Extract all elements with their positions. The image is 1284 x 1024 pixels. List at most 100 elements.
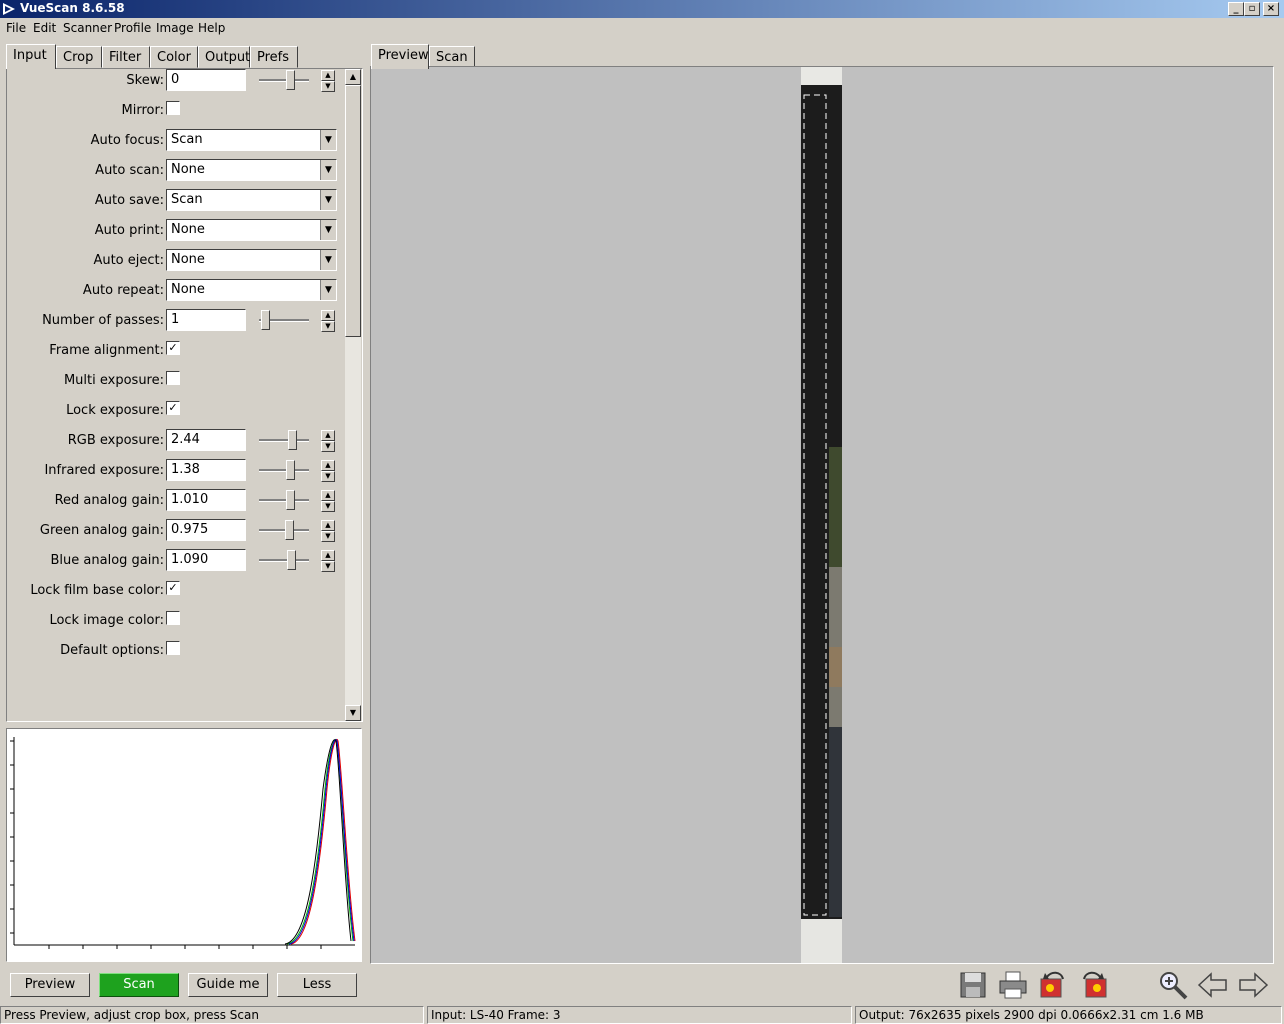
blue-analog-gain-field[interactable]: 1.090 <box>166 549 246 571</box>
zoom-in-icon[interactable] <box>1157 969 1189 1001</box>
minimize-button[interactable]: _ <box>1228 2 1244 16</box>
histogram-graph <box>10 737 356 949</box>
number-of-passes-spinner[interactable]: ▲ ▼ <box>321 310 335 332</box>
blue-analog-gain-spinner[interactable]: ▲ ▼ <box>321 550 335 572</box>
status-hint: Press Preview, adjust crop box, press Sc… <box>0 1006 424 1024</box>
blue-analog-gain-label: Blue analog gain: <box>50 553 164 568</box>
scan-button[interactable]: Scan <box>99 973 179 997</box>
green-analog-gain-spinner[interactable]: ▲ ▼ <box>321 520 335 542</box>
next-arrow-icon[interactable] <box>1237 969 1269 1001</box>
mirror-checkbox[interactable] <box>166 101 180 115</box>
auto-repeat-label: Auto repeat: <box>82 283 164 298</box>
auto-focus-select[interactable]: Scan ▼ <box>166 129 337 151</box>
frame-alignment-checkbox[interactable]: ✓ <box>166 341 180 355</box>
lock-exposure-checkbox[interactable]: ✓ <box>166 401 180 415</box>
preview-area[interactable] <box>370 66 1274 964</box>
status-output: Output: 76x2635 pixels 2900 dpi 0.0666x2… <box>855 1006 1282 1024</box>
blue-analog-gain-slider[interactable] <box>259 550 309 570</box>
rgb-exposure-spinner[interactable]: ▲ ▼ <box>321 430 335 452</box>
auto-focus-row: Auto focus: Scan ▼ <box>7 129 347 153</box>
number-of-passes-row: Number of passes: 1 ▲ ▼ <box>7 309 347 333</box>
default-options-checkbox[interactable] <box>166 641 180 655</box>
tab-crop[interactable]: Crop <box>56 46 102 68</box>
mirror-label: Mirror: <box>121 103 164 118</box>
green-analog-gain-slider[interactable] <box>259 520 309 540</box>
mirror-row: Mirror: <box>7 99 347 123</box>
tab-filter[interactable]: Filter <box>102 46 150 68</box>
number-of-passes-field[interactable]: 1 <box>166 309 246 331</box>
chevron-down-icon[interactable]: ▼ <box>320 220 336 240</box>
auto-repeat-select[interactable]: None ▼ <box>166 279 337 301</box>
save-icon[interactable] <box>957 969 989 1001</box>
tab-color[interactable]: Color <box>150 46 198 68</box>
auto-eject-row: Auto eject: None ▼ <box>7 249 347 273</box>
close-button[interactable]: × <box>1263 2 1279 16</box>
rotate-left-icon[interactable] <box>1037 969 1069 1001</box>
preview-button[interactable]: Preview <box>10 973 90 997</box>
tab-prefs[interactable]: Prefs <box>250 46 298 68</box>
frame-alignment-row: Frame alignment: ✓ <box>7 339 347 363</box>
rgb-exposure-slider[interactable] <box>259 430 309 450</box>
menu-profile[interactable]: Profile <box>114 21 151 35</box>
tab-output[interactable]: Output <box>198 46 250 68</box>
rotate-right-icon[interactable] <box>1078 969 1110 1001</box>
default-options-label: Default options: <box>60 643 164 658</box>
auto-print-select[interactable]: None ▼ <box>166 219 337 241</box>
scrollbar-thumb[interactable] <box>345 85 361 337</box>
menu-help[interactable]: Help <box>198 21 225 35</box>
lock-image-color-checkbox[interactable] <box>166 611 180 625</box>
rgb-exposure-row: RGB exposure: 2.44 ▲ ▼ <box>7 429 347 453</box>
auto-save-label: Auto save: <box>94 193 164 208</box>
status-bar: Press Preview, adjust crop box, press Sc… <box>0 1005 1284 1024</box>
tab-scan[interactable]: Scan <box>429 46 475 68</box>
infrared-exposure-spinner[interactable]: ▲ ▼ <box>321 460 335 482</box>
chevron-down-icon[interactable]: ▼ <box>320 250 336 270</box>
menu-file[interactable]: File <box>6 21 26 35</box>
rgb-exposure-field[interactable]: 2.44 <box>166 429 246 451</box>
tab-input[interactable]: Input <box>6 44 56 69</box>
chevron-down-icon[interactable]: ▼ <box>320 280 336 300</box>
lock-film-base-color-checkbox[interactable]: ✓ <box>166 581 180 595</box>
default-options-row: Default options: <box>7 639 347 663</box>
maximize-button[interactable]: ▫ <box>1244 2 1260 16</box>
red-analog-gain-slider[interactable] <box>259 490 309 510</box>
print-icon[interactable] <box>997 969 1029 1001</box>
scroll-up-icon[interactable]: ▲ <box>345 69 361 85</box>
skew-spinner[interactable]: ▲ ▼ <box>321 70 335 92</box>
chevron-down-icon[interactable]: ▼ <box>320 130 336 150</box>
skew-label: Skew: <box>126 73 164 88</box>
infrared-exposure-slider[interactable] <box>259 460 309 480</box>
red-analog-gain-row: Red analog gain: 1.010 ▲ ▼ <box>7 489 347 513</box>
auto-scan-select[interactable]: None ▼ <box>166 159 337 181</box>
options-scrollbar[interactable]: ▲ ▼ <box>345 69 361 721</box>
guide-me-button[interactable]: Guide me <box>188 973 268 997</box>
blue-analog-gain-row: Blue analog gain: 1.090 ▲ ▼ <box>7 549 347 573</box>
lock-film-base-color-label: Lock film base color: <box>30 583 164 598</box>
menu-image[interactable]: Image <box>156 21 194 35</box>
red-analog-gain-spinner[interactable]: ▲ ▼ <box>321 490 335 512</box>
green-analog-gain-label: Green analog gain: <box>39 523 164 538</box>
chevron-down-icon[interactable]: ▼ <box>320 190 336 210</box>
green-analog-gain-field[interactable]: 0.975 <box>166 519 246 541</box>
auto-scan-label: Auto scan: <box>95 163 164 178</box>
skew-slider[interactable] <box>259 70 309 90</box>
app-icon <box>3 3 15 15</box>
less-button[interactable]: Less <box>277 973 357 997</box>
chevron-down-icon[interactable]: ▼ <box>320 160 336 180</box>
tab-preview[interactable]: Preview <box>371 44 429 69</box>
skew-field[interactable]: 0 <box>166 69 246 91</box>
number-of-passes-label: Number of passes: <box>42 313 164 328</box>
scroll-down-icon[interactable]: ▼ <box>345 705 361 721</box>
previous-arrow-icon[interactable] <box>1197 969 1229 1001</box>
red-analog-gain-field[interactable]: 1.010 <box>166 489 246 511</box>
window-title: VueScan 8.6.58 <box>20 1 125 15</box>
film-strip-preview[interactable] <box>801 67 842 963</box>
infrared-exposure-field[interactable]: 1.38 <box>166 459 246 481</box>
menu-scanner[interactable]: Scanner <box>63 21 112 35</box>
menu-edit[interactable]: Edit <box>33 21 56 35</box>
number-of-passes-slider[interactable] <box>259 310 309 330</box>
auto-eject-select[interactable]: None ▼ <box>166 249 337 271</box>
multi-exposure-checkbox[interactable] <box>166 371 180 385</box>
auto-print-row: Auto print: None ▼ <box>7 219 347 243</box>
auto-save-select[interactable]: Scan ▼ <box>166 189 337 211</box>
